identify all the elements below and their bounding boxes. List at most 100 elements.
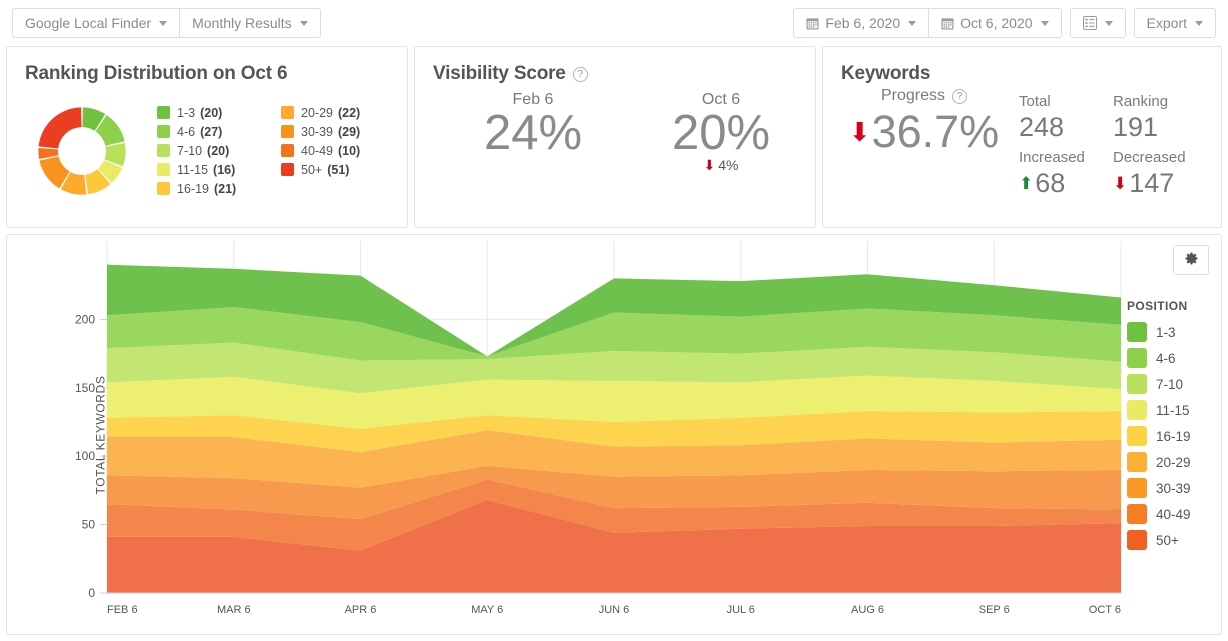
legend-item[interactable]: 11-15 (16) [157,160,275,179]
legend-item-label: 30-39 [301,124,333,139]
chart-legend-swatch-icon [1127,426,1147,446]
chart-legend-swatch-icon [1127,478,1147,498]
legend-item-value: (27) [200,124,223,139]
chevron-down-icon [159,20,168,26]
question-mark-icon[interactable]: ? [572,66,588,82]
legend-item-label: 20-29 [301,105,333,120]
legend-item-label: 50+ [301,162,323,177]
legend-swatch-icon [281,163,294,176]
visibility-delta: ⬇ 4% [627,157,815,173]
legend-item-value: (16) [213,162,236,177]
summary-cards-row: Ranking Distribution on Oct 6 1-3 (20) 4-6… [0,46,1228,228]
chart-legend-label: 11-15 [1156,402,1190,418]
chart-legend-item[interactable]: 20-29 [1127,449,1209,475]
stacked-area-chart [106,241,1122,594]
legend-swatch-icon [281,106,294,119]
chart-legend-item[interactable]: 7-10 [1127,371,1209,397]
legend-swatch-icon [157,144,170,157]
chart-legend-label: 7-10 [1156,376,1184,392]
keywords-body: Progress ? ⬇ 36.7% Total 248 Ranking 191 Inc… [823,85,1221,199]
view-mode-dropdown[interactable] [1069,8,1126,38]
export-label: Export [1146,15,1187,31]
visibility-first-percent: 24% [483,106,583,160]
keywords-card: Keywords Progress ? ⬇ 36.7% Total 248 Rank… [822,46,1222,228]
chart-legend-swatch-icon [1127,400,1147,420]
chart-legend-items: 1-3 4-6 7-10 11-15 16-19 20-29 30-39 40-49 50+ [1127,319,1209,553]
legend-item-label: 4-6 [177,124,196,139]
chart-legend-item[interactable]: 50+ [1127,527,1209,553]
legend-item[interactable]: 20-29 (22) [281,103,399,122]
legend-item[interactable]: 4-6 (27) [157,122,275,141]
legend-item-value: (20) [200,105,223,120]
legend-swatch-icon [157,106,170,119]
keywords-progress-value: 36.7% [871,106,1000,157]
legend-item[interactable]: 50+ (51) [281,160,399,179]
legend-item-value: (22) [337,105,361,120]
chart-legend-label: 20-29 [1156,454,1191,470]
chart-legend-item[interactable]: 40-49 [1127,501,1209,527]
start-date-dropdown[interactable]: Feb 6, 2020 [793,8,930,38]
visibility-delta-value: 4% [718,157,739,174]
question-mark-icon[interactable]: ? [952,88,968,104]
export-button[interactable]: Export [1133,8,1216,38]
ranking-distribution-title: Ranking Distribution on Oct 6 [25,63,288,84]
visibility-second-period: Oct 6 20% ⬇ 4% [627,91,815,173]
visibility-score-title-text: Visibility Score [433,63,566,84]
keywords-stat-cell: Total 248 [1019,93,1113,143]
chart-legend-label: 40-49 [1156,506,1191,522]
search-engine-label: Google Local Finder [25,15,152,31]
start-date-label: Feb 6, 2020 [825,15,901,31]
legend-item-label: 11-15 [177,162,209,177]
chart-legend-item[interactable]: 16-19 [1127,423,1209,449]
legend-item-value: (10) [337,143,361,158]
toolbar-right-group: Feb 6, 2020 Oct 6, 2020 Export [793,8,1216,38]
legend-item[interactable]: 1-3 (20) [157,103,275,122]
chevron-down-icon [1040,20,1049,26]
chart-legend-swatch-icon [1127,374,1147,394]
keywords-stat-value: 248 [1019,111,1065,142]
report-selector-group: Google Local Finder Monthly Results [12,8,321,38]
visibility-second-percent: 20% [671,106,771,160]
chart-legend: POSITION 1-3 4-6 7-10 11-15 16-19 20-29 30-39 4… [1127,299,1209,553]
legend-swatch-icon [157,163,170,176]
keywords-progress-block: Progress ? ⬇ 36.7% [823,87,1019,199]
results-period-dropdown[interactable]: Monthly Results [180,8,321,38]
list-view-icon [1082,16,1097,30]
legend-item-value: (51) [327,162,350,177]
chart-legend-title: POSITION [1127,299,1188,313]
ranking-distribution-body: 1-3 (20) 4-6 (27) 7-10 (20) 11-15 (16) 16-19 (21)… [7,85,407,203]
legend-item-value: (29) [337,124,361,139]
donut-slice[interactable] [38,107,82,149]
ranking-donut-chart [38,107,126,195]
end-date-dropdown[interactable]: Oct 6, 2020 [929,8,1062,38]
chart-legend-item[interactable]: 1-3 [1127,319,1209,345]
toolbar-left-group: Google Local Finder Monthly Results [12,8,321,38]
chart-legend-swatch-icon [1127,530,1147,550]
ranking-distribution-card: Ranking Distribution on Oct 6 1-3 (20) 4-6… [6,46,408,228]
keywords-title: Keywords [841,63,931,84]
calendar-icon [941,17,954,30]
legend-item[interactable]: 16-19 (21) [157,179,275,198]
chevron-down-icon [1104,20,1113,26]
arrow-up-icon: ⬆ [1019,173,1034,193]
donut-chart-container [7,95,157,203]
chart-legend-item[interactable]: 11-15 [1127,397,1209,423]
keywords-progress-label: Progress [880,87,946,104]
chart-legend-label: 30-39 [1156,480,1191,496]
chevron-down-icon [908,20,917,26]
legend-item[interactable]: 7-10 (20) [157,141,275,160]
chart-legend-swatch-icon [1127,322,1147,342]
chart-legend-item[interactable]: 4-6 [1127,345,1209,371]
chart-legend-swatch-icon [1127,504,1147,524]
search-engine-dropdown[interactable]: Google Local Finder [12,8,181,38]
chart-legend-label: 1-3 [1156,324,1176,340]
legend-column-left: 1-3 (20) 4-6 (27) 7-10 (20) 11-15 (16) 16-19 (21) [157,103,275,198]
chart-legend-swatch-icon [1127,452,1147,472]
keywords-trend-panel: TOTAL KEYWORDS 0 50 100 150 200 FEB 6 MAR 6 APR… [6,234,1222,635]
chart-legend-item[interactable]: 30-39 [1127,475,1209,501]
legend-item[interactable]: 40-49 (10) [281,141,399,160]
top-toolbar: Google Local Finder Monthly Results Feb … [0,0,1228,46]
legend-item-label: 16-19 [177,181,209,196]
legend-item-label: 1-3 [177,105,196,120]
legend-item[interactable]: 30-39 (29) [281,122,399,141]
